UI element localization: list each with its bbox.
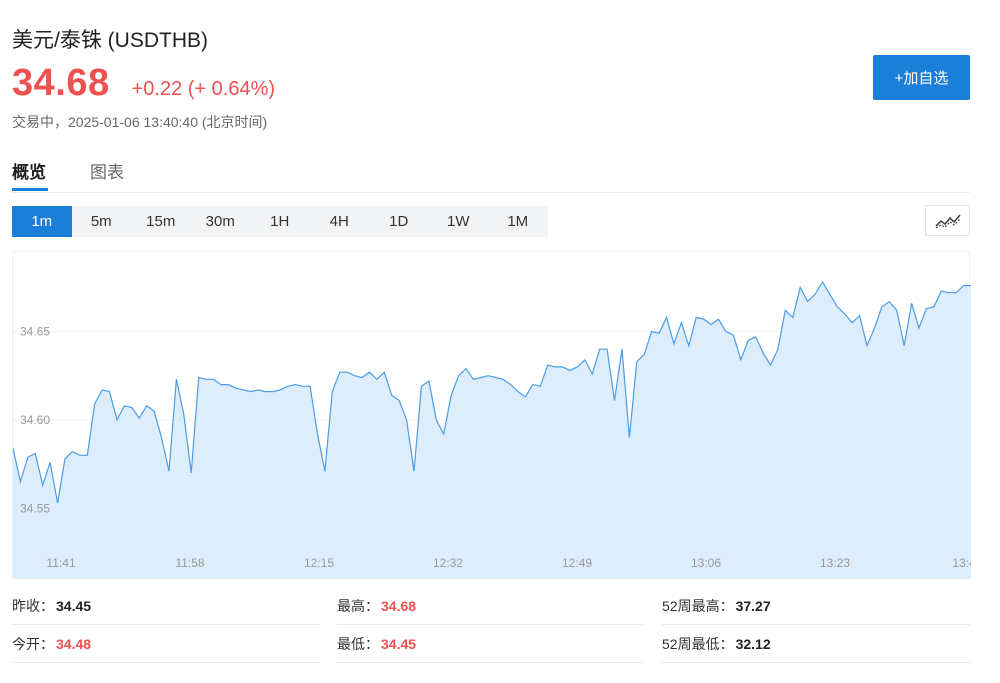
stat-label: 52周最低：: [662, 636, 734, 652]
price-change: +0.22 (+ 0.64%): [131, 78, 276, 100]
interval-1mo[interactable]: 1M: [488, 206, 548, 237]
y-tick-label: 34.65: [20, 325, 50, 339]
price-area: [13, 282, 971, 579]
interval-5m[interactable]: 5m: [72, 206, 132, 237]
y-tick-label: 34.55: [20, 501, 50, 515]
add-watchlist-button[interactable]: +加自选: [873, 55, 970, 100]
line-chart-icon: [934, 213, 961, 229]
tab-chart[interactable]: 图表: [90, 158, 124, 183]
stat-high: 最高： 34.68: [337, 588, 645, 625]
stat-low: 最低： 34.45: [337, 626, 645, 663]
chart-type-toggle[interactable]: [925, 205, 970, 236]
stat-label: 昨收：: [12, 598, 54, 614]
interval-15m[interactable]: 15m: [131, 206, 191, 237]
x-tick-label: 12:32: [433, 556, 463, 570]
interval-1m[interactable]: 1m: [12, 206, 72, 237]
tab-overview[interactable]: 概览: [12, 158, 46, 183]
stat-value: 34.48: [56, 636, 92, 652]
interval-1d[interactable]: 1D: [369, 206, 429, 237]
interval-4h[interactable]: 4H: [310, 206, 370, 237]
active-tab-indicator: [12, 188, 48, 191]
x-tick-label: 11:58: [175, 556, 204, 570]
trading-status: 交易中，2025-01-06 13:40:40 (北京时间): [12, 114, 268, 130]
x-tick-label: 13:4: [952, 556, 971, 570]
stat-label: 52周最高：: [662, 598, 734, 614]
x-tick-label: 13:23: [820, 556, 850, 570]
stat-52w-low: 52周最低： 32.12: [662, 626, 970, 663]
x-tick-label: 12:15: [304, 556, 334, 570]
interval-selector: 1m 5m 15m 30m 1H 4H 1D 1W 1M: [12, 206, 548, 237]
stat-label: 今开：: [12, 636, 54, 652]
price-chart-svg: 34.55 34.60 34.65 11:41 11:58 12:15 12:32 12:49…: [13, 280, 971, 579]
price-chart: 34.55 34.60 34.65 11:41 11:58 12:15 12:32 12:49…: [12, 251, 971, 579]
current-price: 34.68: [12, 62, 110, 104]
interval-30m[interactable]: 30m: [191, 206, 251, 237]
x-tick-label: 11:41: [46, 556, 75, 570]
price-row: 34.68 +0.22 (+ 0.64%): [12, 62, 275, 105]
stat-label: 最低：: [337, 636, 379, 652]
y-tick-label: 34.60: [20, 413, 50, 427]
stat-open: 今开： 34.48: [12, 626, 320, 663]
stat-value: 37.27: [735, 598, 771, 614]
stat-prev-close: 昨收： 34.45: [12, 588, 320, 625]
stat-52w-high: 52周最高： 37.27: [662, 588, 970, 625]
x-tick-label: 13:06: [691, 556, 721, 570]
tab-bar: 概览 图表: [12, 156, 970, 193]
stat-value: 32.12: [735, 636, 771, 652]
stat-value: 34.68: [381, 598, 417, 614]
page-title: 美元/泰铢 (USDTHB): [12, 29, 208, 52]
interval-1w[interactable]: 1W: [429, 206, 489, 237]
stat-label: 最高：: [337, 598, 379, 614]
stat-value: 34.45: [381, 636, 417, 652]
interval-1h[interactable]: 1H: [250, 206, 310, 237]
x-tick-label: 12:49: [562, 556, 592, 570]
stat-value: 34.45: [56, 598, 92, 614]
